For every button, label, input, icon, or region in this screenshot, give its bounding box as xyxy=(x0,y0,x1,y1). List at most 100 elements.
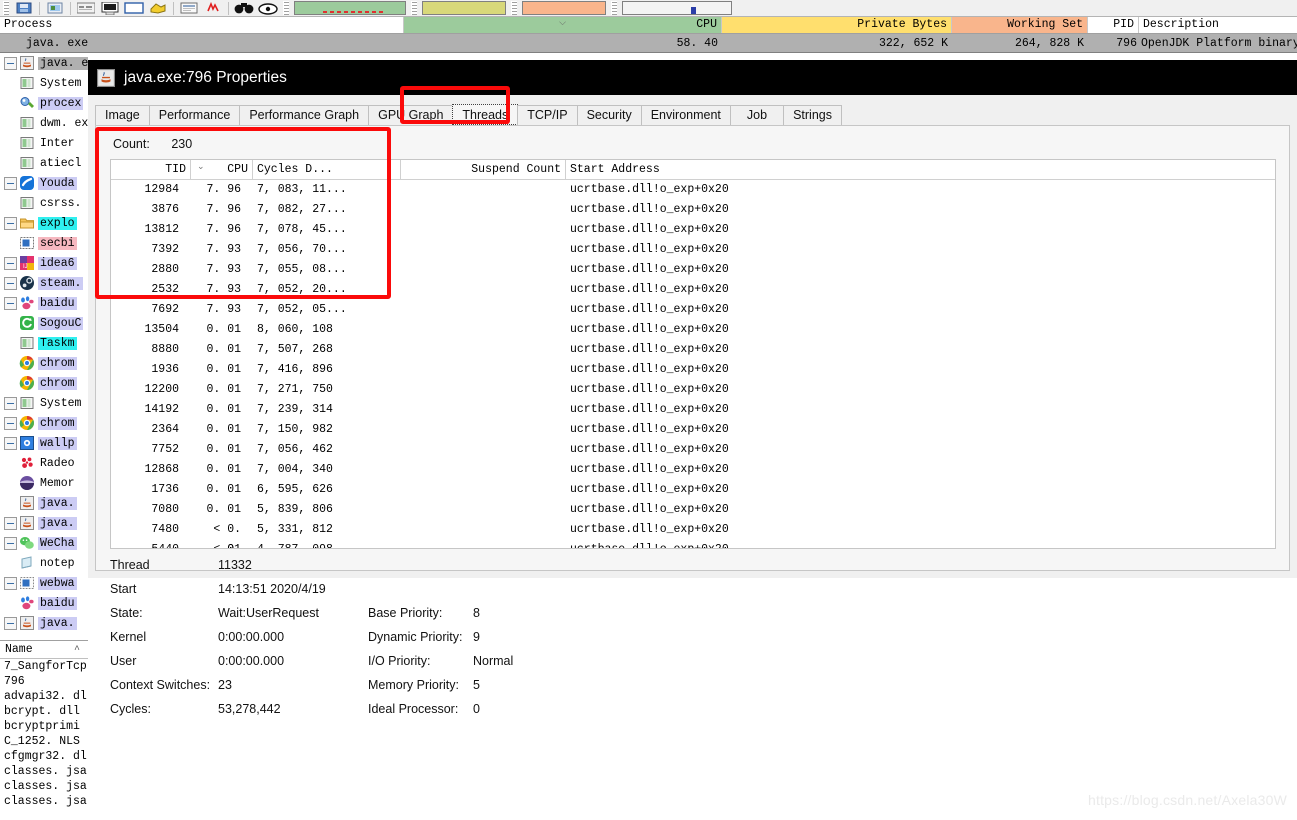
collapse-icon[interactable] xyxy=(4,216,17,230)
column-header-process[interactable]: Process xyxy=(0,17,404,33)
dll-row[interactable]: classes. jsa xyxy=(0,779,88,794)
tab-security[interactable]: Security xyxy=(576,105,642,125)
process-row-selected[interactable]: java. exe 58. 40 322, 652 K 264, 828 K 7… xyxy=(0,34,1297,53)
column-header-cpu[interactable]: ⌵ CPU xyxy=(404,17,722,33)
process-tree-row[interactable]: secbi xyxy=(0,233,88,253)
tab-gpu-graph[interactable]: GPU Graph xyxy=(368,105,454,125)
thread-row[interactable]: 14192 0. 01 7, 239, 314 ucrtbase.dll!o_exp+… xyxy=(111,400,1275,420)
thread-list[interactable]: TID ⌄ CPU Cycles D... Suspend Count Start Add… xyxy=(110,159,1276,549)
tab-performance-graph[interactable]: Performance Graph xyxy=(239,105,370,125)
process-tree-row[interactable]: baidu xyxy=(0,593,88,613)
process-tree-row[interactable]: Memor xyxy=(0,473,88,493)
kill-process-icon[interactable] xyxy=(147,1,169,16)
collapse-icon[interactable] xyxy=(4,176,17,190)
collapse-icon[interactable] xyxy=(4,576,17,590)
thread-column-header-start-addr[interactable]: Start Address xyxy=(566,160,966,179)
process-tree-row[interactable]: dwm. ex xyxy=(0,113,88,133)
process-tree-row[interactable]: procex xyxy=(0,93,88,113)
binoculars-icon[interactable] xyxy=(233,1,255,16)
thread-column-header-tid[interactable]: TID xyxy=(111,160,191,179)
thread-row[interactable]: 13504 0. 01 8, 060, 108 ucrtbase.dll!o_exp+… xyxy=(111,320,1275,340)
dll-row[interactable]: bcryptprimi xyxy=(0,719,88,734)
tab-job[interactable]: Job xyxy=(729,105,785,125)
collapse-icon[interactable] xyxy=(4,396,17,410)
target-icon[interactable] xyxy=(257,1,279,16)
thread-row[interactable]: 5440 < 0. 01 4, 787, 098 ucrtbase.dll!o_exp… xyxy=(111,540,1275,548)
process-tree-row[interactable]: Youda xyxy=(0,173,88,193)
process-tree-row[interactable]: atiecl xyxy=(0,153,88,173)
thread-row[interactable]: 2364 0. 01 7, 150, 982 ucrtbase.dll!o_exp+0… xyxy=(111,420,1275,440)
process-tree-row[interactable]: Inter xyxy=(0,133,88,153)
tab-performance[interactable]: Performance xyxy=(148,105,241,125)
toolbar-grip-3[interactable] xyxy=(411,1,417,15)
toolbar-grip-4[interactable] xyxy=(511,1,517,15)
process-tree-row[interactable]: java. xyxy=(0,613,88,633)
dll-row[interactable]: classes. jsa xyxy=(0,794,88,809)
tab-environment[interactable]: Environment xyxy=(640,105,731,125)
collapse-icon[interactable] xyxy=(4,256,17,270)
thread-row[interactable]: 7392 7. 93 7, 056, 70... ucrtbase.dll!o_exp… xyxy=(111,240,1275,260)
process-tree-row[interactable]: chrom xyxy=(0,413,88,433)
tab-tcp-ip[interactable]: TCP/IP xyxy=(517,105,578,125)
thread-row[interactable]: 2880 7. 93 7, 055, 08... ucrtbase.dll!o_exp… xyxy=(111,260,1275,280)
process-tree-row[interactable]: explo xyxy=(0,213,88,233)
thread-row[interactable]: 12868 0. 01 7, 004, 340 ucrtbase.dll!o_exp+… xyxy=(111,460,1275,480)
io-history-graph[interactable] xyxy=(522,1,606,15)
collapse-icon[interactable] xyxy=(4,616,17,630)
collapse-icon[interactable] xyxy=(4,436,17,450)
column-header-working-set[interactable]: Working Set xyxy=(952,17,1088,33)
dll-row-list[interactable]: 7_SangforTcp 796 advapi32. dll bcrypt. dll b… xyxy=(0,659,88,809)
thread-row[interactable]: 3876 7. 96 7, 082, 27... ucrtbase.dll!o_exp… xyxy=(111,200,1275,220)
dll-row[interactable]: C_1252. NLS xyxy=(0,734,88,749)
gpu-history-graph[interactable] xyxy=(622,1,732,15)
process-tree-row[interactable]: System xyxy=(0,393,88,413)
thread-column-header-cpu[interactable]: ⌄ CPU xyxy=(191,160,253,179)
process-tree[interactable]: java. exe System procex dwm. ex Inter atiecl Y… xyxy=(0,53,88,636)
thread-row[interactable]: 12200 0. 01 7, 271, 750 ucrtbase.dll!o_exp+… xyxy=(111,380,1275,400)
column-header-private-bytes[interactable]: Private Bytes xyxy=(722,17,952,33)
process-tree-row[interactable]: csrss. xyxy=(0,193,88,213)
refresh-icon[interactable] xyxy=(44,1,66,16)
thread-row[interactable]: 12984 7. 96 7, 083, 11... ucrtbase.dll!o_ex… xyxy=(111,180,1275,200)
column-header-pid[interactable]: PID xyxy=(1088,17,1139,33)
dll-row[interactable]: 796 xyxy=(0,674,88,689)
process-tree-row[interactable]: chrom xyxy=(0,373,88,393)
process-tree-row[interactable]: WeCha xyxy=(0,533,88,553)
thread-row[interactable]: 7752 0. 01 7, 056, 462 ucrtbase.dll!o_exp+0… xyxy=(111,440,1275,460)
thread-row[interactable]: 7480 < 0. 01 5, 331, 812 ucrtbase.dll!o_exp… xyxy=(111,520,1275,548)
collapse-icon[interactable] xyxy=(4,516,17,530)
properties-dialog-titlebar[interactable]: java.exe:796 Properties xyxy=(88,60,1297,95)
dll-row[interactable]: classes. jsa xyxy=(0,764,88,779)
thread-row[interactable]: 13812 7. 96 7, 078, 45... ucrtbase.dll!o_ex… xyxy=(111,220,1275,240)
cpu-history-graph[interactable] xyxy=(294,1,406,15)
process-tree-row[interactable]: java. xyxy=(0,513,88,533)
toolbar-grip-2[interactable] xyxy=(283,1,289,15)
tab-strings[interactable]: Strings xyxy=(783,105,842,125)
tab-bar[interactable]: Image Performance Performance Graph GPU Gra… xyxy=(95,104,842,125)
properties-icon[interactable] xyxy=(75,1,97,16)
dll-column-header-name[interactable]: Name ^ xyxy=(0,641,88,659)
collapse-icon[interactable] xyxy=(4,536,17,550)
thread-row-list[interactable]: 12984 7. 96 7, 083, 11... ucrtbase.dll!o_ex… xyxy=(111,180,1275,548)
dll-row[interactable]: 7_SangforTcp xyxy=(0,659,88,674)
collapse-icon[interactable] xyxy=(4,276,17,290)
process-tree-row[interactable]: SogouC xyxy=(0,313,88,333)
thread-row[interactable]: 2532 7. 93 7, 052, 20... ucrtbase.dll!o_exp… xyxy=(111,280,1275,300)
dll-row[interactable]: advapi32. dll xyxy=(0,689,88,704)
process-tree-row[interactable]: Taskm xyxy=(0,333,88,353)
process-tree-row[interactable]: Radeo xyxy=(0,453,88,473)
collapse-icon[interactable] xyxy=(4,56,17,70)
find-window-icon[interactable] xyxy=(202,1,224,16)
tab-image[interactable]: Image xyxy=(95,105,150,125)
process-tree-row[interactable]: baidu xyxy=(0,293,88,313)
handle-view-icon[interactable] xyxy=(178,1,200,16)
memory-history-graph[interactable] xyxy=(422,1,506,15)
toolbar-grip-5[interactable] xyxy=(611,1,617,15)
collapse-icon[interactable] xyxy=(4,296,17,310)
thread-row[interactable]: 1936 0. 01 7, 416, 896 ucrtbase.dll!o_exp+0… xyxy=(111,360,1275,380)
thread-list-header[interactable]: TID ⌄ CPU Cycles D... Suspend Count Start Add… xyxy=(111,160,1275,180)
dll-view-icon[interactable] xyxy=(123,1,145,16)
thread-row[interactable]: 8880 0. 01 7, 507, 268 ucrtbase.dll!o_exp+0… xyxy=(111,340,1275,360)
collapse-icon[interactable] xyxy=(4,416,17,430)
process-tree-row[interactable]: System xyxy=(0,73,88,93)
